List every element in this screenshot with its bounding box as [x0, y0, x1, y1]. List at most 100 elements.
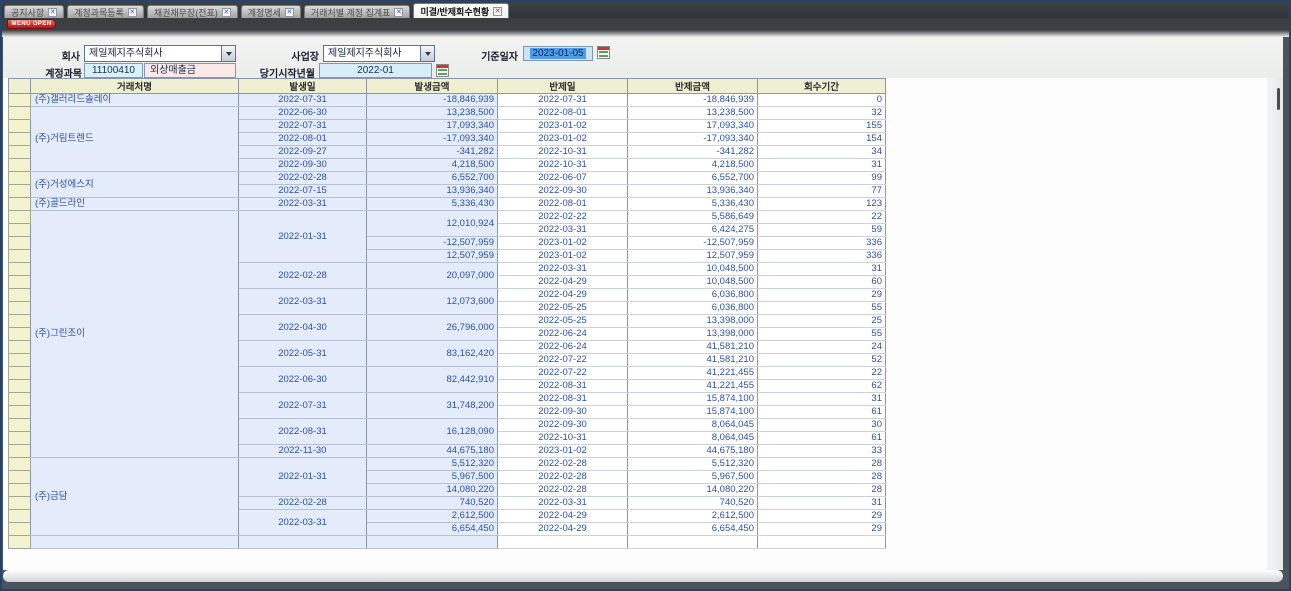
collection-days-cell[interactable]: 25 [758, 315, 886, 328]
row-selector[interactable] [9, 354, 31, 367]
occurrence-amount-cell[interactable]: 6,654,450 [367, 523, 498, 536]
occurrence-amount-cell[interactable]: 26,796,000 [367, 315, 498, 341]
settlement-date-cell[interactable]: 2022-08-01 [498, 107, 628, 120]
collection-days-cell[interactable]: 77 [758, 185, 886, 198]
collection-days-cell[interactable]: 28 [758, 471, 886, 484]
collection-days-cell[interactable]: 123 [758, 198, 886, 211]
settlement-amount-cell[interactable]: 13,936,340 [628, 185, 758, 198]
occurrence-date-cell[interactable]: 2022-06-30 [239, 107, 367, 120]
occurrence-date-cell[interactable]: 2022-01-31 [239, 211, 367, 263]
tab-close-icon[interactable]: ✕ [48, 8, 57, 17]
occurrence-amount-cell[interactable]: 13,238,500 [367, 107, 498, 120]
occurrence-date-cell[interactable]: 2022-03-31 [239, 198, 367, 211]
collection-days-cell[interactable]: 24 [758, 341, 886, 354]
row-selector[interactable] [9, 328, 31, 341]
row-selector[interactable] [9, 159, 31, 172]
collection-days-cell[interactable]: 22 [758, 211, 886, 224]
settlement-amount-cell[interactable]: 17,093,340 [628, 120, 758, 133]
settlement-date-cell[interactable]: 2022-03-31 [498, 263, 628, 276]
occurrence-amount-cell[interactable]: 4,218,500 [367, 159, 498, 172]
row-selector[interactable] [9, 419, 31, 432]
collection-days-cell[interactable]: 29 [758, 523, 886, 536]
header-occurrence-date[interactable]: 발생일 [239, 79, 367, 94]
settlement-amount-cell[interactable]: 12,507,959 [628, 250, 758, 263]
row-selector[interactable] [9, 380, 31, 393]
collection-days-cell[interactable]: 61 [758, 406, 886, 419]
row-selector[interactable] [9, 107, 31, 120]
row-selector[interactable] [9, 510, 31, 523]
calendar-icon[interactable] [597, 46, 610, 59]
collection-days-cell[interactable]: 336 [758, 237, 886, 250]
row-selector[interactable] [9, 341, 31, 354]
row-selector[interactable] [9, 523, 31, 536]
occurrence-date-cell[interactable]: 2022-08-01 [239, 133, 367, 146]
customer-name-cell[interactable]: (주)골드라인 [31, 198, 239, 211]
occurrence-date-cell[interactable]: 2022-05-31 [239, 341, 367, 367]
row-selector[interactable] [9, 484, 31, 497]
tab-close-icon[interactable]: ✕ [128, 8, 137, 17]
collection-days-cell[interactable]: 31 [758, 497, 886, 510]
settlement-date-cell[interactable]: 2022-10-31 [498, 159, 628, 172]
occurrence-amount-cell[interactable]: 16,128,090 [367, 419, 498, 445]
settlement-amount-cell[interactable]: 15,874,100 [628, 406, 758, 419]
header-collection-days[interactable]: 회수기간 [758, 79, 886, 94]
collection-days-cell[interactable]: 32 [758, 107, 886, 120]
collection-days-cell[interactable]: 29 [758, 289, 886, 302]
chevron-down-icon[interactable] [420, 46, 434, 61]
settlement-date-cell[interactable]: 2022-08-01 [498, 198, 628, 211]
row-selector[interactable] [9, 367, 31, 380]
occurrence-amount-cell[interactable]: 2,612,500 [367, 510, 498, 523]
occurrence-date-cell[interactable]: 2022-02-28 [239, 172, 367, 185]
settlement-date-cell[interactable]: 2022-07-31 [498, 94, 628, 107]
settlement-amount-cell[interactable]: 4,218,500 [628, 159, 758, 172]
settlement-date-cell[interactable]: 2022-04-29 [498, 510, 628, 523]
settlement-date-cell[interactable]: 2022-04-29 [498, 523, 628, 536]
settlement-amount-cell[interactable]: 5,336,430 [628, 198, 758, 211]
tab-account-detail[interactable]: 계정명세 ✕ [241, 5, 301, 18]
customer-name-cell[interactable]: (주)갤러리드솔레이 [31, 94, 239, 107]
collection-days-cell[interactable]: 28 [758, 458, 886, 471]
calendar-icon[interactable] [436, 64, 449, 77]
row-selector[interactable] [9, 289, 31, 302]
collection-days-cell[interactable]: 22 [758, 367, 886, 380]
settlement-date-cell[interactable]: 2022-06-24 [498, 341, 628, 354]
row-selector[interactable] [9, 133, 31, 146]
settlement-date-cell[interactable]: 2023-01-02 [498, 250, 628, 263]
occurrence-date-cell[interactable]: 2022-06-30 [239, 367, 367, 393]
settlement-amount-cell[interactable]: -17,093,340 [628, 133, 758, 146]
collection-days-cell[interactable]: 155 [758, 120, 886, 133]
chevron-down-icon[interactable] [221, 46, 235, 61]
settlement-amount-cell[interactable]: 13,398,000 [628, 315, 758, 328]
collection-days-cell[interactable]: 99 [758, 172, 886, 185]
settlement-amount-cell[interactable]: 10,048,500 [628, 276, 758, 289]
occurrence-date-cell[interactable]: 2022-07-31 [239, 120, 367, 133]
settlement-amount-cell[interactable]: 41,581,210 [628, 354, 758, 367]
row-selector[interactable] [9, 445, 31, 458]
settlement-date-cell[interactable]: 2022-05-25 [498, 302, 628, 315]
occurrence-amount-cell[interactable]: -12,507,959 [367, 237, 498, 250]
occurrence-date-cell[interactable]: 2022-07-31 [239, 393, 367, 419]
tab-open-settlement-status[interactable]: 미결/반제회수현황 ✕ [413, 3, 509, 18]
collection-days-cell[interactable]: 62 [758, 380, 886, 393]
occurrence-date-cell[interactable]: 2022-02-28 [239, 263, 367, 289]
tab-account-register[interactable]: 계정과목등록 ✕ [67, 5, 144, 18]
collection-days-cell[interactable]: 31 [758, 263, 886, 276]
base-date-input[interactable]: 2023-01-05 [523, 46, 593, 61]
header-settlement-date[interactable]: 반제일 [498, 79, 628, 94]
header-settlement-amount[interactable]: 반제금액 [628, 79, 758, 94]
settlement-amount-cell[interactable]: 5,512,320 [628, 458, 758, 471]
occurrence-date-cell[interactable]: 2022-11-30 [239, 445, 367, 458]
tab-receivable-ledger[interactable]: 채권채무장(전표) ✕ [147, 5, 238, 18]
settlement-date-cell[interactable]: 2022-04-29 [498, 276, 628, 289]
row-selector[interactable] [9, 406, 31, 419]
settlement-amount-cell[interactable]: 740,520 [628, 497, 758, 510]
settlement-date-cell[interactable]: 2022-09-30 [498, 406, 628, 419]
settlement-amount-cell[interactable]: 6,036,800 [628, 289, 758, 302]
occurrence-amount-cell[interactable]: 12,010,924 [367, 211, 498, 237]
vertical-scrollbar[interactable] [1267, 78, 1283, 570]
tab-close-icon[interactable]: ✕ [394, 8, 403, 17]
settlement-amount-cell[interactable]: 5,967,500 [628, 471, 758, 484]
occurrence-date-cell[interactable]: 2022-09-30 [239, 159, 367, 172]
occurrence-amount-cell[interactable]: 17,093,340 [367, 120, 498, 133]
occurrence-amount-cell[interactable] [367, 536, 498, 549]
